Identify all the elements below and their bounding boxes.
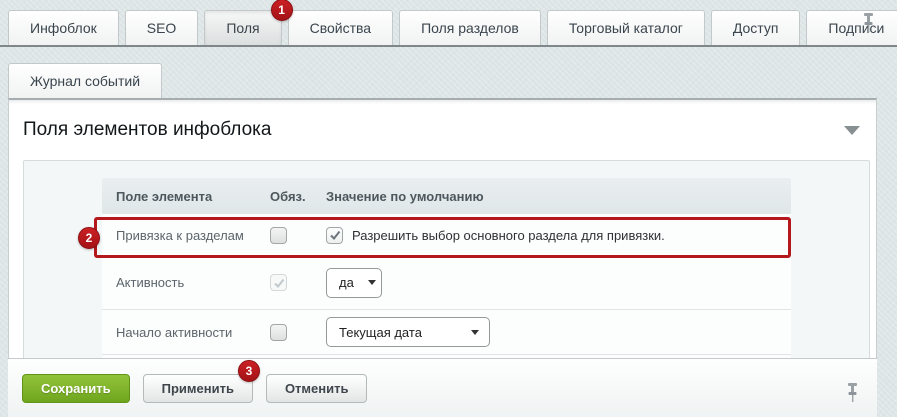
tab-access[interactable]: Доступ bbox=[711, 10, 801, 45]
tab-section-fields[interactable]: Поля разделов bbox=[399, 10, 541, 45]
save-button-label: Сохранить bbox=[41, 381, 111, 396]
selected-value: Текущая дата bbox=[339, 325, 422, 340]
step-badge-1: 1 bbox=[271, 0, 293, 21]
secondary-tab-bar: Журнал событий bbox=[0, 62, 897, 98]
tab-properties[interactable]: Свойства bbox=[288, 10, 393, 45]
section-header: Поля элементов инфоблока bbox=[9, 100, 876, 160]
selected-value: да bbox=[339, 275, 354, 290]
table-row-section-binding: 2 Привязка к разделам Разрешить выбор ос… bbox=[102, 214, 791, 256]
tab-event-log[interactable]: Журнал событий bbox=[8, 63, 162, 98]
select-arrow-icon bbox=[368, 280, 376, 285]
section-title: Поля элементов инфоблока bbox=[23, 119, 844, 141]
tab-captions[interactable]: Подписи bbox=[806, 10, 897, 45]
action-bar: Сохранить Применить 3 Отменить bbox=[8, 358, 877, 417]
step-badge-2: 2 bbox=[78, 227, 100, 249]
chevron-down-icon[interactable] bbox=[844, 126, 860, 135]
tab-infoblock[interactable]: Инфоблок bbox=[8, 10, 119, 45]
field-label: Привязка к разделам bbox=[102, 228, 266, 243]
tab-label: Поля bbox=[226, 20, 259, 36]
fields-form-area: Поле элемента Обяз. Значение по умолчани… bbox=[23, 160, 870, 361]
step-badge-3: 3 bbox=[238, 360, 260, 382]
required-checkbox[interactable] bbox=[270, 227, 287, 244]
main-tab-bar: Инфоблок SEO Поля 1 Свойства Поля раздел… bbox=[0, 0, 897, 47]
header-default-value: Значение по умолчанию bbox=[322, 189, 791, 204]
required-checkbox-disabled bbox=[270, 274, 287, 291]
apply-button-label: Применить bbox=[162, 381, 234, 396]
tab-trade-catalog[interactable]: Торговый каталог bbox=[547, 10, 705, 45]
required-checkbox[interactable] bbox=[270, 324, 287, 341]
table-row-activity-start: Начало активности Текущая дата bbox=[102, 310, 791, 355]
pin-icon[interactable] bbox=[862, 13, 875, 32]
bitrix-infoblock-settings-screen: Инфоблок SEO Поля 1 Свойства Поля раздел… bbox=[0, 0, 897, 417]
tab-label: Подписи bbox=[828, 20, 884, 36]
save-button[interactable]: Сохранить bbox=[22, 374, 130, 403]
tab-label: Торговый каталог bbox=[569, 20, 683, 36]
tab-label: Доступ bbox=[733, 20, 779, 36]
tab-label: Журнал событий bbox=[30, 73, 140, 89]
tab-label: Свойства bbox=[310, 20, 371, 36]
fields-table: Поле элемента Обяз. Значение по умолчани… bbox=[102, 178, 791, 361]
field-label: Активность bbox=[102, 275, 266, 290]
pin-icon[interactable] bbox=[846, 383, 859, 402]
tab-label: SEO bbox=[147, 20, 177, 36]
cancel-button[interactable]: Отменить bbox=[266, 374, 368, 403]
apply-button[interactable]: Применить 3 bbox=[143, 374, 253, 403]
select-arrow-icon bbox=[471, 330, 479, 335]
header-field: Поле элемента bbox=[102, 189, 266, 204]
tab-label: Инфоблок bbox=[30, 20, 97, 36]
activity-select[interactable]: да bbox=[326, 268, 382, 298]
tab-seo[interactable]: SEO bbox=[125, 10, 199, 45]
table-row-activity: Активность да bbox=[102, 256, 791, 310]
activity-start-select[interactable]: Текущая дата bbox=[326, 317, 490, 347]
tab-fields[interactable]: Поля 1 bbox=[204, 10, 281, 45]
tab-label: Поля разделов bbox=[421, 20, 519, 36]
allow-main-section-checkbox[interactable] bbox=[326, 227, 343, 244]
checkbox-label: Разрешить выбор основного раздела для пр… bbox=[352, 228, 665, 243]
cancel-button-label: Отменить bbox=[285, 381, 349, 396]
table-header-row: Поле элемента Обяз. Значение по умолчани… bbox=[102, 178, 791, 214]
header-required: Обяз. bbox=[266, 189, 322, 204]
field-label: Начало активности bbox=[102, 325, 266, 340]
content-panel: Поля элементов инфоблока Поле элемента О… bbox=[8, 98, 877, 361]
